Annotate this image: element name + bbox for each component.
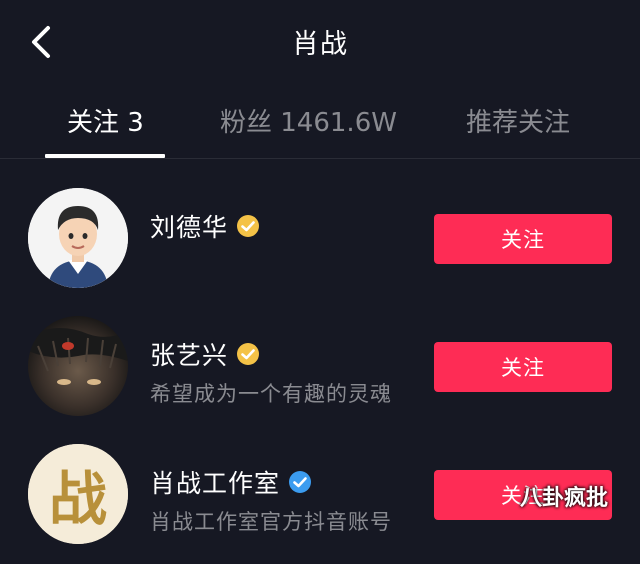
user-name[interactable]: 刘德华 [150,208,228,244]
watermark: 八卦疯批 [520,486,609,511]
avatar[interactable]: 战 [28,444,128,544]
user-description: 希望成为一个有趣的灵魂 [150,382,392,406]
tab-bar: 关注 3 粉丝 1461.6W 推荐关注 [0,92,640,159]
gold-verified-icon [236,214,260,238]
avatar[interactable] [28,188,128,288]
user-name[interactable]: 张艺兴 [150,336,228,372]
top-bar: 肖战 [0,0,640,86]
user-name[interactable]: 肖战工作室 [150,464,280,500]
user-name-line: 肖战工作室 [150,464,312,500]
list-item[interactable]: 张艺兴 希望成为一个有趣的灵魂 关注 [0,316,640,436]
gold-verified-icon [236,342,260,366]
tab-recommended[interactable]: 推荐关注 [466,102,570,139]
user-description: 肖战工作室官方抖音账号 [150,510,392,534]
blue-verified-icon [288,470,312,494]
avatar[interactable] [28,316,128,416]
list-item[interactable]: 刘德华 关注 [0,188,640,308]
follow-button[interactable]: 关注 [434,342,612,392]
tab-fans[interactable]: 粉丝 1461.6W [220,102,397,139]
user-name-line: 张艺兴 [150,336,260,372]
tab-following[interactable]: 关注 3 [67,102,144,139]
active-tab-indicator [45,154,165,158]
user-name-line: 刘德华 [150,208,260,244]
follow-button[interactable]: 关注 [434,214,612,264]
page-title: 肖战 [292,29,348,60]
avatar-logo-text: 战 [48,465,107,533]
